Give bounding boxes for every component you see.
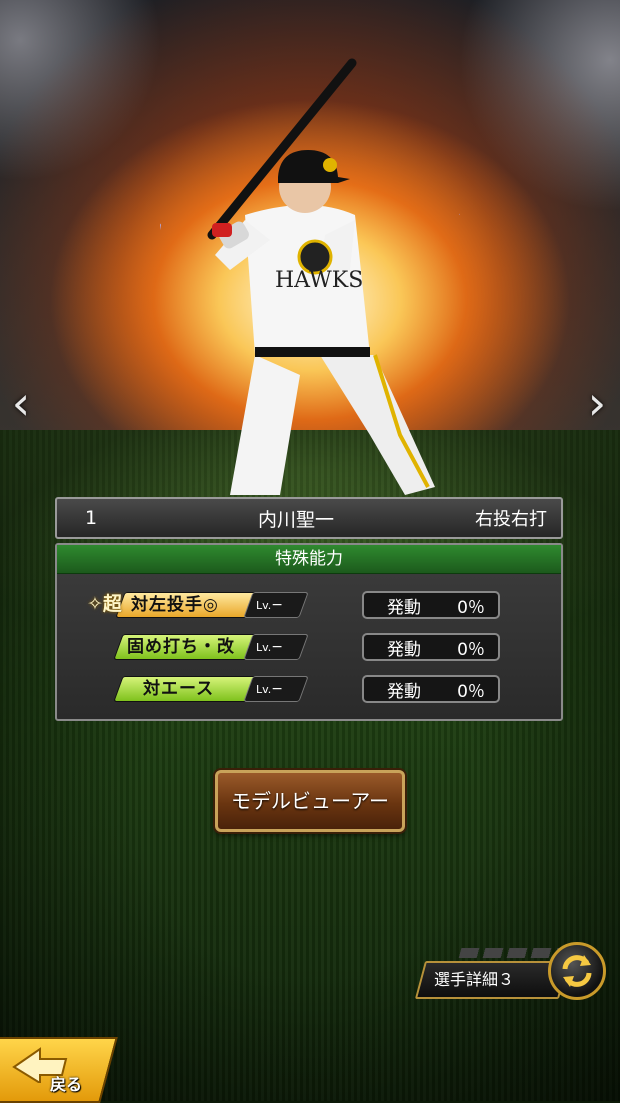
next-player-chevron-icon[interactable]: › [582, 378, 612, 428]
player-detail-switch-button[interactable]: 選手詳細３ [414, 940, 610, 1004]
status-label: 発動 [387, 597, 421, 618]
activation-status: 発動 0％ [362, 591, 500, 619]
status-label: 発動 [387, 681, 421, 702]
activation-status: 発動 0％ [362, 675, 500, 703]
ability-row[interactable]: 固め打ち・改 Lv.− 発動 0％ [57, 633, 561, 661]
cycle-arrows-icon[interactable] [548, 942, 606, 1000]
status-value: 0％ [457, 681, 485, 702]
player-name: 内川聖一 [257, 508, 334, 531]
ability-level: Lv.− [256, 681, 284, 697]
player-number: 1 [85, 507, 98, 529]
status-value: 0％ [457, 639, 485, 660]
panel-header: 特殊能力 [57, 545, 561, 574]
super-rank-badge-icon: ✧超 [87, 593, 122, 615]
ability-row[interactable]: ✧超 対左投手◎ Lv.− 発動 0％ [57, 591, 561, 619]
special-abilities-panel: 特殊能力 ✧超 対左投手◎ Lv.− 発動 0％ 固め打ち・改 Lv.− 発動 … [55, 543, 563, 721]
svg-text:HAWKS: HAWKS [275, 268, 363, 293]
previous-player-chevron-icon[interactable]: ‹ [6, 378, 36, 428]
status-value: 0％ [457, 597, 485, 618]
detail-switch-label: 選手詳細３ [434, 970, 515, 989]
player-portrait: HAWKS [160, 58, 460, 495]
back-label: 戻る [50, 1075, 83, 1094]
activation-status: 発動 0％ [362, 633, 500, 661]
player-name-bar: 1 内川聖一 右投右打 [55, 497, 563, 539]
ability-level: Lv.− [256, 639, 284, 655]
back-button[interactable]: 戻る [0, 1035, 120, 1103]
model-viewer-button[interactable]: モデルビューアー [215, 770, 405, 832]
ability-name: 対エース [143, 679, 215, 699]
ability-level: Lv.− [256, 597, 284, 613]
player-handedness: 右投右打 [475, 509, 547, 530]
ability-row[interactable]: 対エース Lv.− 発動 0％ [57, 675, 561, 703]
ability-name: 固め打ち・改 [127, 637, 235, 657]
status-label: 発動 [387, 639, 421, 660]
ability-name: 対左投手◎ [131, 595, 219, 615]
